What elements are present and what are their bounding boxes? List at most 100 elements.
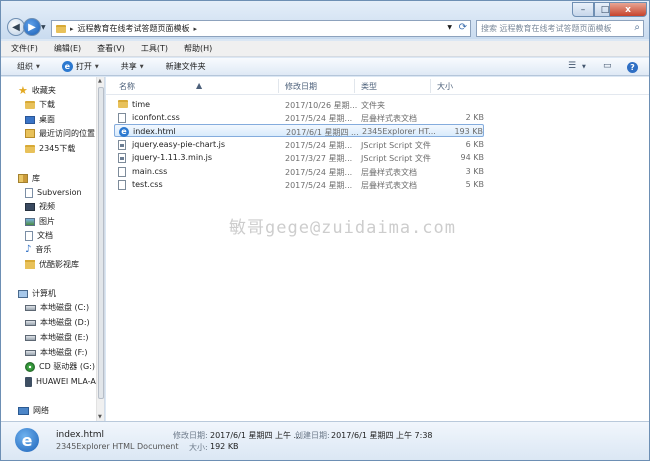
file-row-time[interactable]: time 2017/10/26 星期... 文件夹 bbox=[114, 98, 484, 111]
share-button[interactable]: 共享 ▼ bbox=[121, 61, 144, 72]
column-divider[interactable] bbox=[430, 79, 431, 93]
details-file-name: index.html bbox=[56, 430, 104, 440]
address-bar[interactable]: ▸ 远程教育在线考试答题页面模板 ▸ ▼ ⟳ bbox=[51, 20, 471, 37]
sidebar-favorites[interactable]: ★ 收藏夹 bbox=[18, 84, 56, 97]
close-button[interactable]: x bbox=[609, 2, 647, 17]
sidebar-item-pictures[interactable]: 图片 bbox=[25, 215, 55, 228]
file-size: 2 KB bbox=[465, 113, 484, 122]
sidebar-section-label: 网络 bbox=[33, 406, 49, 415]
file-type: 文件夹 bbox=[361, 101, 385, 110]
organize-button[interactable]: 组织 ▼ bbox=[17, 61, 40, 72]
file-list-pane: ▲ 名称 修改日期 类型 大小 time 2017/10/26 星期... 文件… bbox=[106, 77, 649, 421]
menu-tools[interactable]: 工具(T) bbox=[141, 43, 168, 54]
folder-icon bbox=[118, 100, 128, 108]
music-note-icon: ♪ bbox=[25, 244, 32, 255]
sidebar-item-drive-e[interactable]: 本地磁盘 (E:) bbox=[25, 331, 89, 344]
sidebar-item-label: 音乐 bbox=[35, 245, 52, 254]
ie-icon: e bbox=[61, 61, 73, 72]
column-divider[interactable] bbox=[278, 79, 279, 93]
hard-drive-icon bbox=[25, 349, 36, 356]
sidebar-scrollbar[interactable]: ▲ ▼ bbox=[96, 77, 104, 421]
column-size[interactable]: 大小 bbox=[437, 81, 453, 92]
column-date[interactable]: 修改日期 bbox=[285, 81, 317, 92]
breadcrumb-separator-icon[interactable]: ▸ bbox=[70, 25, 74, 33]
preview-pane-icon[interactable]: ▭ bbox=[603, 61, 612, 71]
file-row-index-html[interactable]: e index.html 2017/6/1 星期四 ... 2345Explor… bbox=[114, 124, 484, 137]
sidebar-item-desktop[interactable]: 桌面 bbox=[25, 113, 55, 126]
file-name: main.css bbox=[132, 167, 168, 176]
column-header: ▲ 名称 修改日期 类型 大小 bbox=[106, 77, 649, 95]
recent-pages-dropdown[interactable]: ▼ bbox=[41, 24, 46, 31]
sidebar-item-recent[interactable]: 最近访问的位置 bbox=[25, 127, 95, 140]
search-icon[interactable]: ⌕ bbox=[634, 22, 640, 33]
sidebar-item-phone[interactable]: HUAWEI MLA-A bbox=[25, 375, 96, 388]
share-label: 共享 bbox=[120, 62, 137, 71]
scroll-up-icon[interactable]: ▲ bbox=[98, 78, 102, 84]
new-folder-button[interactable]: 新建文件夹 bbox=[166, 61, 206, 72]
sidebar-network[interactable]: 网络 bbox=[18, 404, 49, 417]
sidebar-item-label: 优酷影视库 bbox=[39, 260, 79, 269]
sidebar-item-drive-c[interactable]: 本地磁盘 (C:) bbox=[25, 301, 89, 314]
sidebar-item-label: 下载 bbox=[39, 100, 55, 109]
sidebar-item-subversion[interactable]: Subversion bbox=[25, 186, 82, 199]
view-options-icon[interactable]: ☰ bbox=[568, 61, 576, 71]
minimize-button[interactable]: – bbox=[572, 2, 594, 17]
forward-button[interactable]: ▶ bbox=[23, 18, 41, 36]
menu-view[interactable]: 查看(V) bbox=[97, 43, 125, 54]
computer-icon bbox=[18, 289, 28, 298]
file-name: jquery-1.11.3.min.js bbox=[132, 153, 213, 162]
column-divider[interactable] bbox=[354, 79, 355, 93]
file-name: test.css bbox=[132, 180, 163, 189]
address-dropdown-icon[interactable]: ▼ bbox=[447, 24, 452, 31]
sidebar-item-label: CD 驱动器 (G:) H bbox=[39, 362, 104, 371]
scrollbar-thumb[interactable] bbox=[98, 87, 104, 399]
file-date: 2017/10/26 星期... bbox=[285, 101, 358, 110]
scroll-down-icon[interactable]: ▼ bbox=[98, 414, 102, 420]
column-type[interactable]: 类型 bbox=[361, 81, 377, 92]
menu-bar: 文件(F) 编辑(E) 查看(V) 工具(T) 帮助(H) bbox=[1, 41, 649, 57]
sidebar-libraries[interactable]: 库 bbox=[18, 172, 40, 185]
file-date: 2017/5/24 星期... bbox=[285, 114, 353, 123]
details-modified-label: 修改日期: bbox=[173, 431, 208, 440]
sidebar-computer[interactable]: 计算机 bbox=[18, 287, 56, 300]
organize-label: 组织 bbox=[17, 62, 33, 71]
help-icon[interactable]: ? bbox=[627, 62, 638, 73]
refresh-icon[interactable]: ⟳ bbox=[459, 22, 467, 33]
sort-ascending-icon: ▲ bbox=[196, 81, 203, 90]
file-type: 层叠样式表文档 bbox=[361, 114, 417, 123]
folder-icon bbox=[56, 24, 66, 33]
menu-edit[interactable]: 编辑(E) bbox=[54, 43, 81, 54]
sidebar-item-label: 本地磁盘 (C:) bbox=[40, 303, 90, 312]
sidebar-item-youku[interactable]: 优酷影视库 bbox=[25, 258, 79, 271]
sidebar-item-downloads[interactable]: 下载 bbox=[25, 98, 55, 111]
menu-help[interactable]: 帮助(H) bbox=[184, 43, 212, 54]
css-file-icon bbox=[118, 180, 126, 190]
sidebar-item-label: 本地磁盘 (F:) bbox=[40, 348, 88, 357]
file-row-easy-pie-chart-js[interactable]: jquery.easy-pie-chart.js 2017/5/24 星期...… bbox=[114, 138, 484, 151]
sidebar-item-cd-drive[interactable]: CD 驱动器 (G:) H bbox=[25, 360, 104, 373]
sidebar-section-label: 库 bbox=[32, 174, 40, 183]
breadcrumb-current[interactable]: 远程教育在线考试答题页面模板 bbox=[78, 23, 190, 34]
file-size: 6 KB bbox=[465, 140, 484, 149]
sidebar-item-drive-d[interactable]: 本地磁盘 (D:) bbox=[25, 316, 90, 329]
sidebar-item-2345-downloads[interactable]: 2345下载 bbox=[25, 142, 75, 155]
sidebar-item-documents[interactable]: 文档 bbox=[25, 229, 53, 242]
file-row-iconfont-css[interactable]: iconfont.css 2017/5/24 星期... 层叠样式表文档 2 K… bbox=[114, 111, 484, 124]
details-file-type: 2345Explorer HTML Document bbox=[56, 442, 179, 451]
sidebar-item-music[interactable]: ♪ 音乐 bbox=[25, 243, 51, 256]
search-input[interactable]: 搜索 远程教育在线考试答题页面模板 ⌕ bbox=[476, 20, 644, 37]
sidebar-item-drive-f[interactable]: 本地磁盘 (F:) bbox=[25, 346, 87, 359]
recent-places-icon bbox=[25, 129, 35, 138]
sidebar-item-videos[interactable]: 视频 bbox=[25, 200, 55, 213]
menu-file[interactable]: 文件(F) bbox=[11, 43, 38, 54]
file-row-main-css[interactable]: main.css 2017/5/24 星期... 层叠样式表文档 3 KB bbox=[114, 165, 484, 178]
file-row-jquery-js[interactable]: jquery-1.11.3.min.js 2017/3/27 星期... JSc… bbox=[114, 151, 484, 164]
breadcrumb-chevron-icon[interactable]: ▸ bbox=[194, 25, 198, 33]
file-type: 层叠样式表文档 bbox=[361, 181, 417, 190]
html-file-large-icon: e bbox=[15, 428, 39, 452]
view-dropdown-icon[interactable]: ▼ bbox=[582, 64, 586, 70]
file-row-test-css[interactable]: test.css 2017/5/24 星期... 层叠样式表文档 5 KB bbox=[114, 178, 484, 191]
search-placeholder: 搜索 远程教育在线考试答题页面模板 bbox=[481, 24, 612, 33]
column-name[interactable]: 名称 bbox=[119, 81, 135, 92]
open-button[interactable]: e 打开 ▼ bbox=[61, 61, 99, 72]
